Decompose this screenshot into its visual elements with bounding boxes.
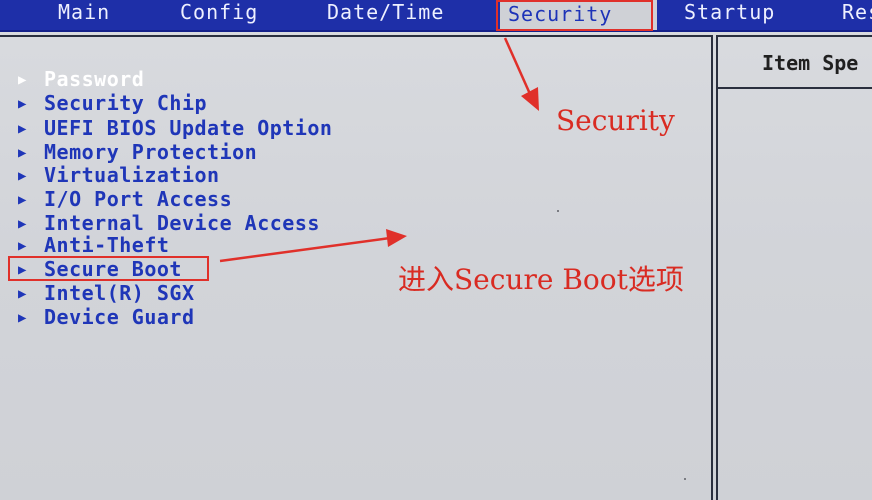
menu-item-label: Virtualization — [44, 163, 220, 187]
arrow-right-icon: ▶ — [18, 121, 27, 137]
arrow-right-icon: ▶ — [18, 286, 27, 302]
menu-item-label: Intel(R) SGX — [44, 281, 195, 305]
menu-item-label: Device Guard — [44, 305, 195, 329]
menu-item-label: UEFI BIOS Update Option — [44, 116, 333, 140]
arrow-right-icon: ▶ — [18, 145, 27, 161]
menu-item-label: Internal Device Access — [44, 211, 320, 235]
item-help-panel: Item Spe — [716, 35, 872, 500]
screen-speck — [557, 210, 559, 212]
tab-config[interactable]: Config — [180, 0, 258, 27]
menu-item-label: Security Chip — [44, 91, 208, 115]
menu-item-anti-theft[interactable]: ▶ Anti-Theft — [18, 233, 169, 257]
arrow-right-icon: ▶ — [18, 238, 27, 254]
menu-item-security-chip[interactable]: ▶ Security Chip — [18, 91, 207, 115]
screen-speck — [684, 478, 686, 480]
menu-item-label: Password — [44, 67, 145, 91]
secure-boot-highlight-box — [8, 256, 209, 281]
arrow-right-icon: ▶ — [18, 72, 27, 88]
menu-item-intel-sgx[interactable]: ▶ Intel(R) SGX — [18, 281, 195, 305]
bios-screen: Main Config Date/Time Security Startup R… — [0, 0, 872, 500]
arrow-right-icon: ▶ — [18, 192, 27, 208]
tab-main[interactable]: Main — [58, 0, 110, 27]
arrow-right-icon: ▶ — [18, 96, 27, 112]
menu-item-label: I/O Port Access — [44, 187, 233, 211]
menu-item-password[interactable]: ▶ Password — [18, 67, 144, 91]
tab-date-time[interactable]: Date/Time — [327, 0, 444, 27]
menu-item-internal-device-access[interactable]: ▶ Internal Device Access — [18, 211, 320, 235]
arrow-right-icon: ▶ — [18, 168, 27, 184]
arrow-right-icon: ▶ — [18, 310, 27, 326]
menu-item-label: Anti-Theft — [44, 233, 170, 257]
menu-item-memory-protection[interactable]: ▶ Memory Protection — [18, 140, 257, 164]
secure-boot-annotation: 进入Secure Boot选项 — [398, 263, 684, 296]
security-annotation: Security — [556, 104, 675, 137]
security-tab-highlight-box — [496, 0, 653, 31]
menu-item-io-port-access[interactable]: ▶ I/O Port Access — [18, 187, 232, 211]
help-panel-title: Item Spe — [762, 51, 859, 75]
menu-item-device-guard[interactable]: ▶ Device Guard — [18, 305, 195, 329]
help-panel-divider — [718, 87, 872, 89]
tab-startup[interactable]: Startup — [684, 0, 775, 27]
bios-menu-bar: Main Config Date/Time Security Startup R… — [0, 0, 872, 32]
menu-item-uefi-bios-update-option[interactable]: ▶ UEFI BIOS Update Option — [18, 116, 332, 140]
tab-restart[interactable]: Res — [842, 0, 872, 27]
menu-item-label: Memory Protection — [44, 140, 258, 164]
menu-item-virtualization[interactable]: ▶ Virtualization — [18, 163, 220, 187]
